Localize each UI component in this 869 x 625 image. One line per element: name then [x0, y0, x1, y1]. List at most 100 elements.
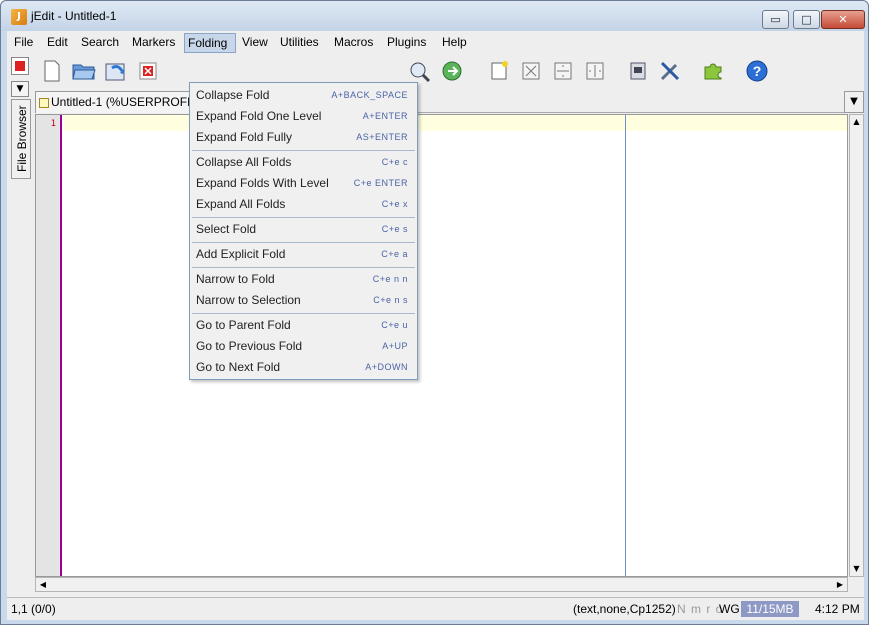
dock-menu-arrow-icon[interactable]: ▼: [11, 81, 29, 97]
menu-folding[interactable]: Folding: [184, 33, 236, 53]
new-file-icon[interactable]: [39, 58, 65, 84]
split-vertical-icon[interactable]: [582, 58, 608, 84]
find-icon[interactable]: [407, 58, 433, 84]
app-window: J jEdit - Untitled-1 ▭ □ ✕ File Edit Sea…: [0, 0, 869, 625]
jedit-logo-icon: J: [11, 9, 27, 25]
client-area: File Edit Search Markers Folding View Ut…: [7, 31, 864, 620]
menu-separator: [192, 313, 415, 314]
current-line-highlight: [64, 115, 847, 131]
menu-item-label: Expand All Folds: [196, 197, 286, 211]
reload-icon[interactable]: [103, 58, 129, 84]
new-view-icon[interactable]: [486, 58, 512, 84]
folding-menu-item[interactable]: Select Fold C+e s: [190, 219, 417, 240]
menu-item-label: Add Explicit Fold: [196, 247, 286, 261]
gutter[interactable]: 1: [36, 115, 62, 576]
menu-item-shortcut: C+e a: [381, 249, 408, 259]
title-bar[interactable]: J jEdit - Untitled-1 ▭ □ ✕: [1, 1, 868, 31]
menu-item-shortcut: AS+ENTER: [356, 132, 408, 142]
close-window-button[interactable]: ✕: [821, 10, 865, 29]
menu-edit[interactable]: Edit: [44, 33, 71, 53]
buffer-tab-bar: Untitled-1 (%USERPROFILE%) ▼: [35, 91, 864, 113]
scroll-up-icon[interactable]: ▲: [850, 115, 863, 129]
buffer-list-dropdown-icon[interactable]: ▼: [844, 91, 864, 113]
file-browser-tab[interactable]: File Browser: [11, 99, 31, 179]
folding-menu-item[interactable]: Add Explicit Fold C+e a: [190, 244, 417, 265]
vertical-scrollbar[interactable]: ▲ ▼: [849, 114, 864, 577]
toolbar: ?: [7, 53, 864, 89]
menu-plugins[interactable]: Plugins: [384, 33, 429, 53]
minimize-button[interactable]: ▭: [762, 10, 789, 29]
menu-help[interactable]: Help: [439, 33, 470, 53]
menu-item-shortcut: C+e u: [381, 320, 408, 330]
folding-menu-item[interactable]: Narrow to Selection C+e n s: [190, 290, 417, 311]
scroll-right-icon[interactable]: ▶: [833, 578, 847, 591]
line-number: 1: [50, 119, 56, 129]
menu-item-shortcut: C+e n s: [373, 295, 408, 305]
horizontal-scrollbar[interactable]: ◀ ▶: [35, 577, 848, 592]
buffer-mode-status[interactable]: (text,none,Cp1252): [573, 602, 676, 616]
clock: 4:12 PM: [815, 602, 860, 616]
menu-item-shortcut: A+ENTER: [362, 111, 408, 121]
folding-menu-item[interactable]: Expand All Folds C+e x: [190, 194, 417, 215]
menu-item-shortcut: C+e n n: [372, 274, 408, 284]
menu-file[interactable]: File: [11, 33, 36, 53]
menu-item-shortcut: A+UP: [382, 341, 408, 351]
menu-item-shortcut: C+e ENTER: [353, 178, 408, 188]
menu-separator: [192, 242, 415, 243]
close-file-icon[interactable]: [135, 58, 161, 84]
menu-search[interactable]: Search: [78, 33, 122, 53]
memory-status[interactable]: 11/15MB: [741, 601, 799, 617]
menu-item-label: Expand Fold Fully: [196, 130, 293, 144]
status-bar: 1,1 (0/0) (text,none,Cp1252) N m r o WG …: [7, 597, 864, 620]
maximize-button[interactable]: □: [793, 10, 820, 29]
menu-utilities[interactable]: Utilities: [277, 33, 322, 53]
tools-icon[interactable]: [657, 58, 683, 84]
open-file-icon[interactable]: [71, 58, 97, 84]
find-next-icon[interactable]: [439, 58, 465, 84]
menu-markers[interactable]: Markers: [129, 33, 178, 53]
menu-view[interactable]: View: [239, 33, 271, 53]
folding-menu-dropdown: Collapse Fold A+BACK_SPACE Expand Fold One…: [189, 82, 418, 380]
options-icon[interactable]: [625, 58, 651, 84]
menu-item-label: Select Fold: [196, 222, 257, 236]
scroll-left-icon[interactable]: ◀: [36, 578, 50, 591]
split-horizontal-icon[interactable]: [550, 58, 576, 84]
buffer-tab-untitled[interactable]: Untitled-1 (%USERPROFILE%): [35, 91, 195, 113]
menu-item-label: Expand Fold One Level: [196, 109, 322, 123]
folding-menu-item[interactable]: Go to Previous Fold A+UP: [190, 336, 417, 357]
menu-separator: [192, 217, 415, 218]
wrap-guide: [625, 115, 626, 576]
menu-item-shortcut: A+BACK_SPACE: [331, 90, 408, 100]
text-area[interactable]: 1: [35, 114, 848, 577]
menu-item-label: Expand Folds With Level: [196, 176, 329, 190]
menu-item-label: Collapse All Folds: [196, 155, 292, 169]
folding-menu-item[interactable]: Expand Fold One Level A+ENTER: [190, 106, 417, 127]
help-icon[interactable]: ?: [744, 58, 770, 84]
plugin-manager-icon[interactable]: [700, 58, 726, 84]
file-browser-label: File Browser: [15, 105, 29, 172]
menu-item-shortcut: C+e c: [381, 157, 408, 167]
folding-menu-item[interactable]: Expand Folds With Level C+e ENTER: [190, 173, 417, 194]
menu-macros[interactable]: Macros: [331, 33, 376, 53]
folding-menu-item[interactable]: Go to Parent Fold C+e u: [190, 315, 417, 336]
folding-menu-item[interactable]: Narrow to Fold C+e n n: [190, 269, 417, 290]
wrap-gutter-status[interactable]: WG: [719, 602, 740, 616]
caret-position[interactable]: 1,1 (0/0): [11, 602, 56, 616]
menu-item-label: Narrow to Selection: [196, 293, 301, 307]
menu-item-label: Narrow to Fold: [196, 272, 275, 286]
scroll-down-icon[interactable]: ▼: [850, 562, 863, 576]
unsplit-icon[interactable]: [518, 58, 544, 84]
status-flags[interactable]: N m r o: [677, 602, 723, 616]
menu-item-shortcut: C+e s: [381, 224, 408, 234]
folding-menu-item[interactable]: Collapse Fold A+BACK_SPACE: [190, 85, 417, 106]
folding-menu-item[interactable]: Expand Fold Fully AS+ENTER: [190, 127, 417, 148]
svg-text:?: ?: [753, 63, 762, 79]
folding-menu-item[interactable]: Collapse All Folds C+e c: [190, 152, 417, 173]
menu-item-label: Go to Parent Fold: [196, 318, 291, 332]
dock-close-icon[interactable]: [11, 57, 29, 75]
menu-item-label: Go to Next Fold: [196, 360, 281, 374]
menu-separator: [192, 267, 415, 268]
menu-item-label: Collapse Fold: [196, 88, 270, 102]
menu-separator: [192, 150, 415, 151]
folding-menu-item[interactable]: Go to Next Fold A+DOWN: [190, 357, 417, 378]
